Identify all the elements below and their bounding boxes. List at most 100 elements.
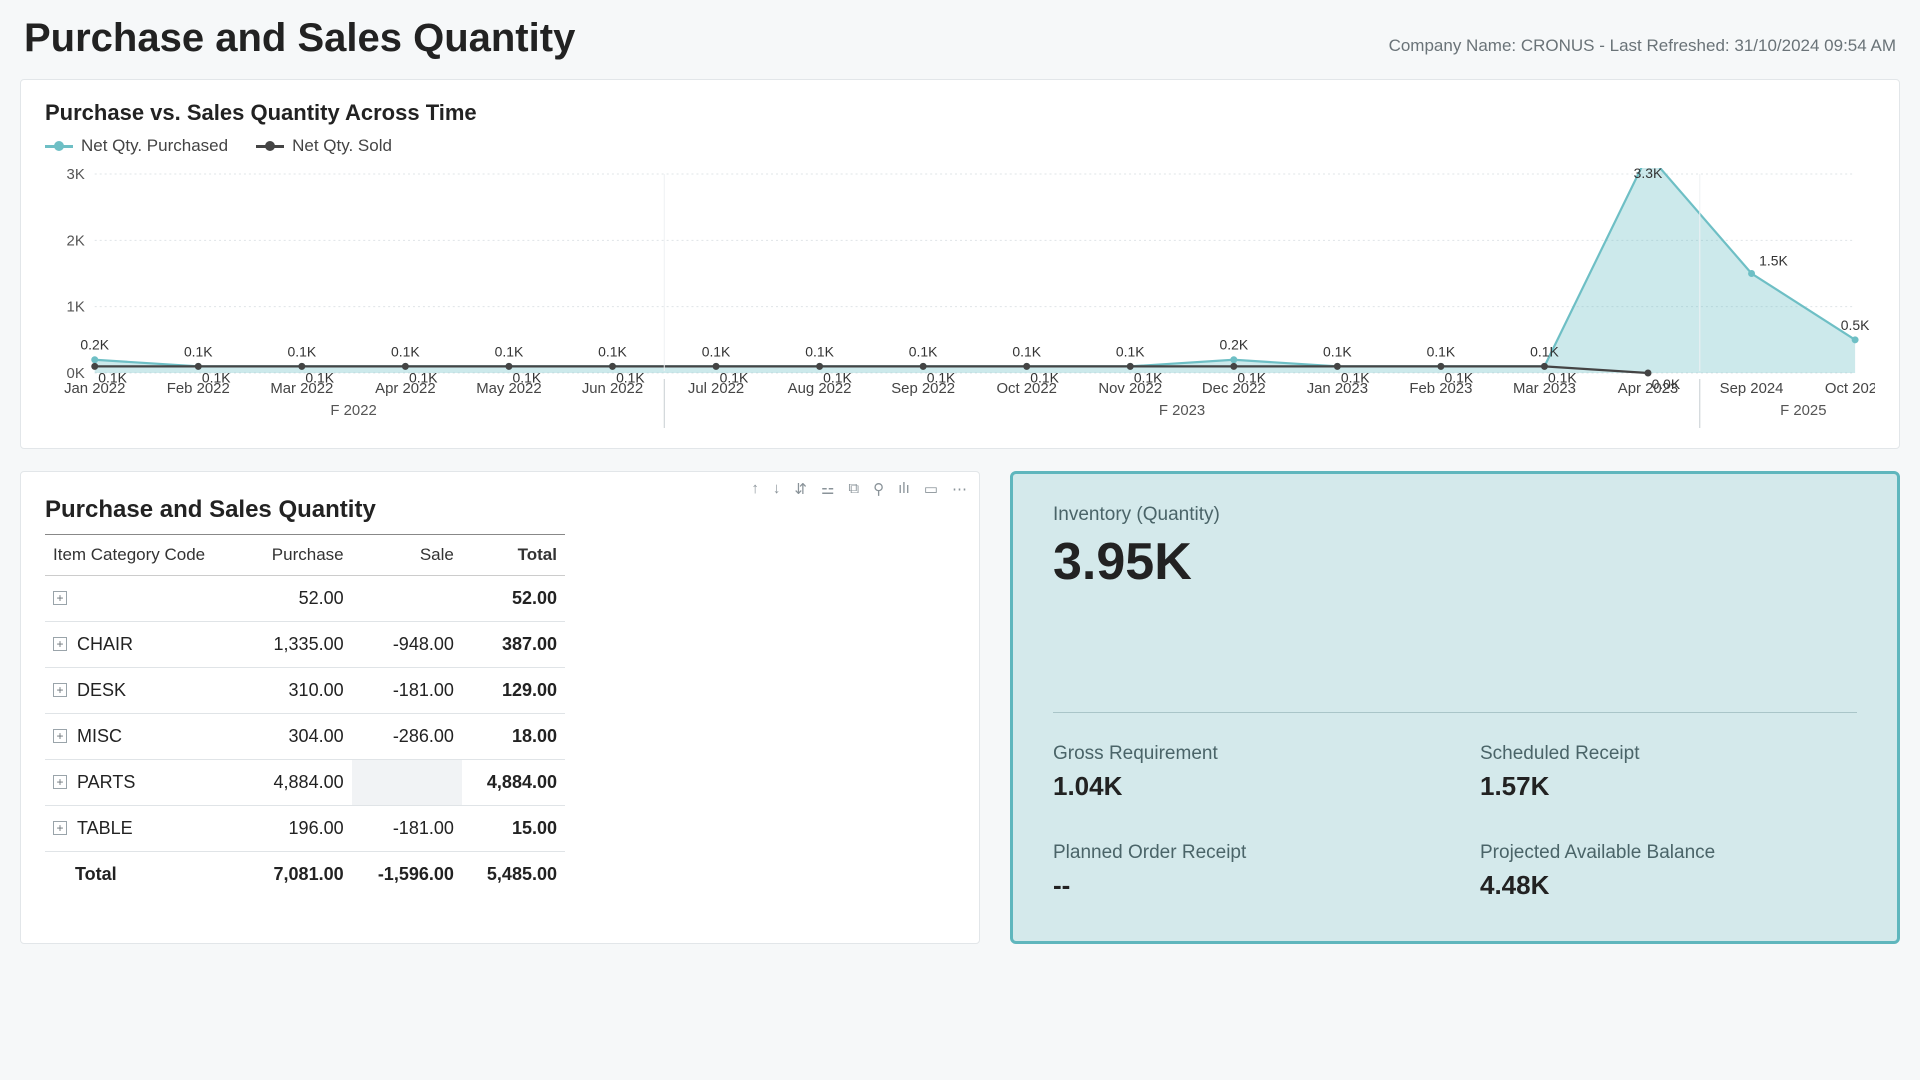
cell-total: 15.00 bbox=[462, 806, 565, 852]
svg-text:0.1K: 0.1K bbox=[495, 343, 524, 359]
svg-text:0.1K: 0.1K bbox=[288, 343, 317, 359]
copy-icon[interactable]: ⧉ bbox=[848, 480, 859, 498]
cell-total: 129.00 bbox=[462, 668, 565, 714]
company-info: Company Name: CRONUS - Last Refreshed: 3… bbox=[1389, 36, 1896, 56]
drill-down-icon[interactable]: ↓ bbox=[773, 480, 781, 498]
svg-text:0.2K: 0.2K bbox=[80, 337, 109, 353]
chart-card: Purchase vs. Sales Quantity Across Time … bbox=[20, 79, 1900, 449]
hierarchy-icon[interactable]: ⚍ bbox=[821, 480, 834, 498]
expand-icon[interactable] bbox=[53, 775, 67, 789]
kpi-divider bbox=[1053, 712, 1857, 713]
cell-purchase: 196.00 bbox=[246, 806, 351, 852]
filter-icon[interactable]: ⚲ bbox=[873, 480, 884, 498]
table-row[interactable]: CHAIR1,335.00-948.00387.00 bbox=[45, 622, 565, 668]
expand-icon[interactable] bbox=[53, 591, 67, 605]
svg-text:0.2K: 0.2K bbox=[1219, 337, 1248, 353]
svg-text:0.1K: 0.1K bbox=[1116, 343, 1145, 359]
svg-text:Feb 2023: Feb 2023 bbox=[1409, 380, 1472, 397]
cell-sale bbox=[352, 576, 462, 622]
table-toolbar: ↑ ↓ ⇵ ⚍ ⧉ ⚲ ılı ▭ ⋯ bbox=[751, 480, 967, 498]
svg-text:1.5K: 1.5K bbox=[1759, 252, 1788, 268]
expand-icon[interactable] bbox=[53, 637, 67, 651]
more-options-icon[interactable]: ⋯ bbox=[952, 480, 967, 498]
svg-text:Dec 2022: Dec 2022 bbox=[1202, 380, 1266, 397]
table-row[interactable]: MISC304.00-286.0018.00 bbox=[45, 714, 565, 760]
legend-label-sold: Net Qty. Sold bbox=[292, 136, 392, 156]
svg-text:Apr 2022: Apr 2022 bbox=[375, 380, 435, 397]
svg-text:0.1K: 0.1K bbox=[1427, 343, 1456, 359]
legend-item-purchased[interactable]: Net Qty. Purchased bbox=[45, 136, 228, 156]
cell-purchase: 1,335.00 bbox=[246, 622, 351, 668]
kpi-inventory-value: 3.95K bbox=[1053, 532, 1857, 592]
expand-all-icon[interactable]: ⇵ bbox=[794, 480, 807, 498]
legend-swatch-sold bbox=[256, 145, 284, 148]
table-card: ↑ ↓ ⇵ ⚍ ⧉ ⚲ ılı ▭ ⋯ Purchase and Sales Q… bbox=[20, 471, 980, 944]
chart-plot-area[interactable]: 0K1K2K3K0.2K0.1K0.1K0.1K0.1K0.1K0.1K0.1K… bbox=[45, 168, 1875, 428]
svg-text:Mar 2022: Mar 2022 bbox=[270, 380, 333, 397]
kpi-inventory-label: Inventory (Quantity) bbox=[1053, 504, 1857, 526]
svg-text:0.1K: 0.1K bbox=[184, 343, 213, 359]
cell-purchase: 4,884.00 bbox=[246, 760, 351, 806]
cell-total-purchase: 7,081.00 bbox=[246, 852, 351, 898]
category-table: Item Category Code Purchase Sale Total 5… bbox=[45, 534, 565, 897]
kpi-gross-req-value: 1.04K bbox=[1053, 771, 1430, 802]
cell-total-total: 5,485.00 bbox=[462, 852, 565, 898]
kpi-sched-rec-label: Scheduled Receipt bbox=[1480, 743, 1857, 765]
svg-text:Apr 2023: Apr 2023 bbox=[1618, 380, 1678, 397]
chart-title: Purchase vs. Sales Quantity Across Time bbox=[45, 100, 1875, 126]
cell-total: 387.00 bbox=[462, 622, 565, 668]
focus-icon[interactable]: ▭ bbox=[924, 480, 938, 498]
svg-text:Jan 2023: Jan 2023 bbox=[1307, 380, 1368, 397]
svg-text:2K: 2K bbox=[67, 232, 85, 249]
svg-text:1K: 1K bbox=[67, 299, 85, 316]
table-row[interactable]: TABLE196.00-181.0015.00 bbox=[45, 806, 565, 852]
cell-sale bbox=[352, 760, 462, 806]
svg-text:Mar 2023: Mar 2023 bbox=[1513, 380, 1576, 397]
svg-text:0.1K: 0.1K bbox=[598, 343, 627, 359]
kpi-projected: Projected Available Balance 4.48K bbox=[1480, 842, 1857, 901]
svg-text:May 2022: May 2022 bbox=[476, 380, 541, 397]
kpi-card: Inventory (Quantity) 3.95K Gross Require… bbox=[1010, 471, 1900, 944]
kpi-sched-rec: Scheduled Receipt 1.57K bbox=[1480, 743, 1857, 802]
svg-text:Jan 2022: Jan 2022 bbox=[64, 380, 125, 397]
cell-total: 18.00 bbox=[462, 714, 565, 760]
svg-text:0.5K: 0.5K bbox=[1841, 317, 1870, 333]
stats-icon[interactable]: ılı bbox=[898, 480, 910, 498]
kpi-gross-req-label: Gross Requirement bbox=[1053, 743, 1430, 765]
table-row[interactable]: DESK310.00-181.00129.00 bbox=[45, 668, 565, 714]
col-sale[interactable]: Sale bbox=[352, 535, 462, 576]
kpi-projected-label: Projected Available Balance bbox=[1480, 842, 1857, 864]
svg-text:0.1K: 0.1K bbox=[391, 343, 420, 359]
svg-text:3K: 3K bbox=[67, 168, 85, 183]
expand-icon[interactable] bbox=[53, 683, 67, 697]
cell-sale: -948.00 bbox=[352, 622, 462, 668]
cell-total-sale: -1,596.00 bbox=[352, 852, 462, 898]
svg-text:Feb 2022: Feb 2022 bbox=[167, 380, 230, 397]
svg-text:0.1K: 0.1K bbox=[1323, 343, 1352, 359]
svg-text:0.1K: 0.1K bbox=[805, 343, 834, 359]
svg-text:Sep 2024: Sep 2024 bbox=[1720, 380, 1784, 397]
kpi-gross-req: Gross Requirement 1.04K bbox=[1053, 743, 1430, 802]
cell-total: 52.00 bbox=[462, 576, 565, 622]
cell-code: PARTS bbox=[45, 760, 246, 806]
col-total[interactable]: Total bbox=[462, 535, 565, 576]
expand-icon[interactable] bbox=[53, 821, 67, 835]
page-title: Purchase and Sales Quantity bbox=[24, 16, 575, 61]
svg-text:0.1K: 0.1K bbox=[702, 343, 731, 359]
kpi-sched-rec-value: 1.57K bbox=[1480, 771, 1857, 802]
cell-code: CHAIR bbox=[45, 622, 246, 668]
svg-text:Oct 2024: Oct 2024 bbox=[1825, 380, 1875, 397]
col-code[interactable]: Item Category Code bbox=[45, 535, 246, 576]
svg-text:Aug 2022: Aug 2022 bbox=[788, 380, 852, 397]
kpi-planned: Planned Order Receipt -- bbox=[1053, 842, 1430, 901]
drill-up-icon[interactable]: ↑ bbox=[751, 480, 759, 498]
cell-code: TABLE bbox=[45, 806, 246, 852]
cell-sale: -181.00 bbox=[352, 806, 462, 852]
chart-legend: Net Qty. Purchased Net Qty. Sold bbox=[45, 136, 1875, 156]
legend-item-sold[interactable]: Net Qty. Sold bbox=[256, 136, 392, 156]
table-row[interactable]: 52.0052.00 bbox=[45, 576, 565, 622]
svg-text:3.3K: 3.3K bbox=[1634, 168, 1663, 181]
col-purchase[interactable]: Purchase bbox=[246, 535, 351, 576]
table-row[interactable]: PARTS4,884.004,884.00 bbox=[45, 760, 565, 806]
expand-icon[interactable] bbox=[53, 729, 67, 743]
